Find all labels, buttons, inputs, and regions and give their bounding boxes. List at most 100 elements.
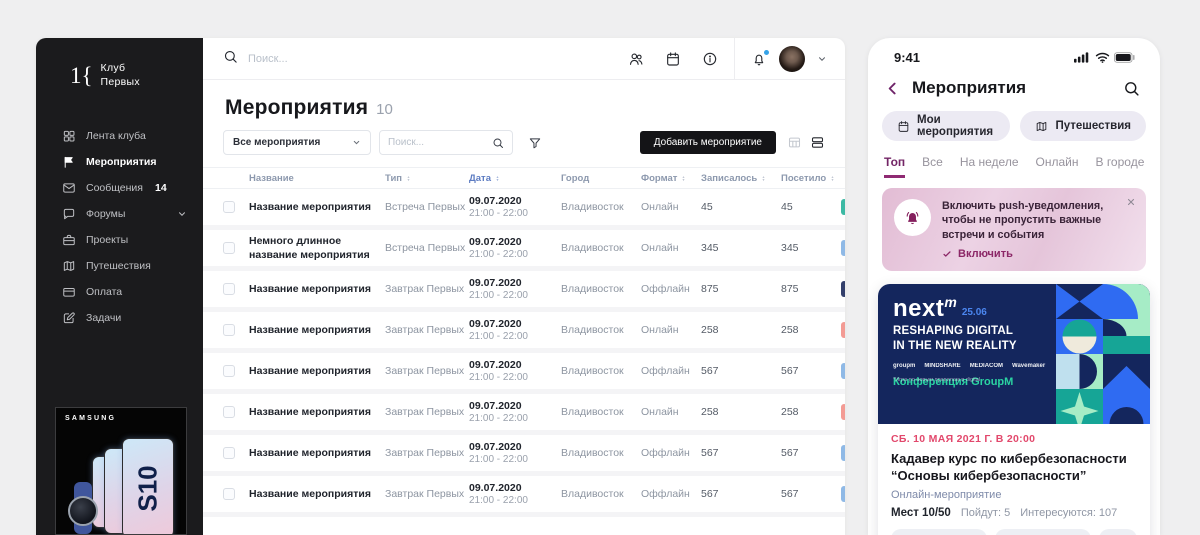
- avatar[interactable]: [779, 46, 805, 72]
- add-event-button[interactable]: Добавить мероприятие: [640, 131, 776, 154]
- table-row[interactable]: Название мероприятияЗавтрак Первых09.07.…: [203, 476, 845, 517]
- phone-tab[interactable]: Онлайн: [1036, 155, 1079, 178]
- event-registered-cell: 345: [701, 242, 781, 254]
- event-attended-cell: 875: [781, 283, 831, 295]
- table-view-icon[interactable]: [787, 135, 802, 150]
- go-button[interactable]: Пойду: [995, 529, 1091, 535]
- close-icon[interactable]: [1126, 197, 1136, 207]
- phone-tab[interactable]: Топ: [884, 155, 905, 178]
- interesting-button[interactable]: Интересно: [891, 529, 987, 535]
- banner-headline-1: RESHAPING DIGITAL: [893, 325, 1013, 337]
- global-search-input[interactable]: [248, 53, 448, 65]
- event-type-cell: Завтрак Первых: [385, 488, 469, 500]
- phone-tab[interactable]: В городе: [1095, 155, 1144, 178]
- ad-product-label: S10: [132, 465, 163, 511]
- table-search-input[interactable]: [388, 137, 478, 148]
- global-search: [223, 49, 628, 69]
- bell-icon[interactable]: [751, 51, 767, 67]
- column-header[interactable]: Тип: [385, 173, 469, 184]
- table-row[interactable]: Немного длинное название мероприятияВстр…: [203, 230, 845, 271]
- sidebar-item[interactable]: Оплата: [36, 279, 203, 305]
- row-checkbox[interactable]: [223, 283, 235, 295]
- table-body: Название мероприятияВстреча Первых09.07.…: [203, 189, 845, 517]
- filter-row: Все мероприятия Добавить мероприятие: [203, 130, 845, 167]
- sidebar-item[interactable]: Форумы: [36, 201, 203, 227]
- sidebar-item-label: Сообщения: [86, 182, 143, 194]
- sidebar-item-label: Оплата: [86, 286, 122, 298]
- column-header: Город: [561, 173, 641, 184]
- table-row[interactable]: Название мероприятияЗавтрак Первых09.07.…: [203, 394, 845, 435]
- list-view-icon[interactable]: [810, 135, 825, 150]
- topbar-icons: [628, 51, 734, 67]
- ad-phone-graphic: S10: [122, 438, 174, 535]
- row-checkbox[interactable]: [223, 365, 235, 377]
- row-status-indicator: [841, 281, 845, 297]
- sidebar-item[interactable]: Задачи: [36, 305, 203, 331]
- back-icon[interactable]: [884, 80, 901, 97]
- sidebar-item[interactable]: Проекты: [36, 227, 203, 253]
- chevron-down-icon[interactable]: [817, 54, 827, 64]
- event-date-cell: 09.07.202021:00 - 22:00: [469, 482, 561, 506]
- table-row[interactable]: Название мероприятияЗавтрак Первых09.07.…: [203, 353, 845, 394]
- filter-right: Добавить мероприятие: [640, 131, 825, 154]
- row-checkbox[interactable]: [223, 488, 235, 500]
- event-attended-cell: 345: [781, 242, 831, 254]
- samsung-ad-banner[interactable]: SAMSUNG S10: [55, 407, 187, 535]
- partner-logo: Wavemaker: [1012, 363, 1045, 369]
- row-status-indicator: [841, 240, 845, 256]
- column-header[interactable]: Дата: [469, 173, 561, 184]
- phone-filter-pill[interactable]: Мои мероприятия: [882, 111, 1010, 141]
- row-checkbox[interactable]: [223, 201, 235, 213]
- event-name-cell: Название мероприятия: [249, 405, 385, 419]
- partner-logo: MINDSHARE: [924, 363, 960, 369]
- chat-icon: [62, 207, 76, 221]
- phone-tab[interactable]: На неделе: [960, 155, 1019, 178]
- phone-filter-pill[interactable]: Путешествия: [1020, 111, 1146, 141]
- row-status-indicator: [841, 486, 845, 502]
- sidebar-item[interactable]: Мероприятия: [36, 149, 203, 175]
- enable-push-button[interactable]: Включить: [942, 248, 1134, 260]
- banner-headline-2: IN THE NEW REALITY: [893, 340, 1017, 352]
- search-icon[interactable]: [1123, 80, 1140, 97]
- sidebar-item-label: Форумы: [86, 208, 125, 220]
- column-header[interactable]: Формат: [641, 173, 701, 184]
- column-header[interactable]: Записалось: [701, 173, 781, 184]
- event-format-cell: Онлайн: [641, 242, 701, 254]
- grid-icon: [62, 129, 76, 143]
- signal-icon: [1074, 52, 1091, 63]
- row-checkbox[interactable]: [223, 406, 235, 418]
- sidebar-item[interactable]: Путешествия: [36, 253, 203, 279]
- members-icon[interactable]: [628, 51, 644, 67]
- logo-line2: Первых: [101, 76, 140, 88]
- row-checkbox[interactable]: [223, 447, 235, 459]
- notification-dot: [764, 50, 769, 55]
- wifi-icon: [1095, 52, 1110, 63]
- main-panel: Мероприятия 10 Все мероприятия Добавить …: [203, 38, 845, 535]
- more-options-button[interactable]: [1099, 529, 1137, 535]
- column-header[interactable]: Посетило: [781, 173, 831, 184]
- search-icon: [223, 49, 238, 69]
- table-row[interactable]: Название мероприятияЗавтрак Первых09.07.…: [203, 435, 845, 476]
- calendar-icon[interactable]: [665, 51, 681, 67]
- event-card[interactable]: next m 25.06 RESHAPING DIGITAL IN THE NE…: [878, 284, 1150, 535]
- row-checkbox[interactable]: [223, 324, 235, 336]
- filter-icon[interactable]: [528, 136, 542, 150]
- row-status-indicator: [841, 445, 845, 461]
- event-registered-cell: 258: [701, 324, 781, 336]
- event-city-cell: Владивосток: [561, 283, 641, 295]
- banner-partner-logos: groupmMINDSHAREMEDIACOMWavemaker: [893, 363, 1054, 369]
- sidebar-item[interactable]: Лента клуба: [36, 123, 203, 149]
- event-attended-cell: 258: [781, 406, 831, 418]
- phone-tab[interactable]: Все: [922, 155, 943, 178]
- table-row[interactable]: Название мероприятияВстреча Первых09.07.…: [203, 189, 845, 230]
- row-checkbox[interactable]: [223, 242, 235, 254]
- events-filter-select[interactable]: Все мероприятия: [223, 130, 371, 155]
- event-seats: Мест 10/50: [891, 507, 951, 519]
- app-logo: 1{ Клуб Первых: [36, 38, 203, 89]
- sidebar-item[interactable]: Сообщения14: [36, 175, 203, 201]
- table-row[interactable]: Название мероприятияЗавтрак Первых09.07.…: [203, 271, 845, 312]
- info-icon[interactable]: [702, 51, 718, 67]
- event-attended-cell: 45: [781, 201, 831, 213]
- table-row[interactable]: Название мероприятияЗавтрак Первых09.07.…: [203, 312, 845, 353]
- view-toggle: [787, 135, 825, 150]
